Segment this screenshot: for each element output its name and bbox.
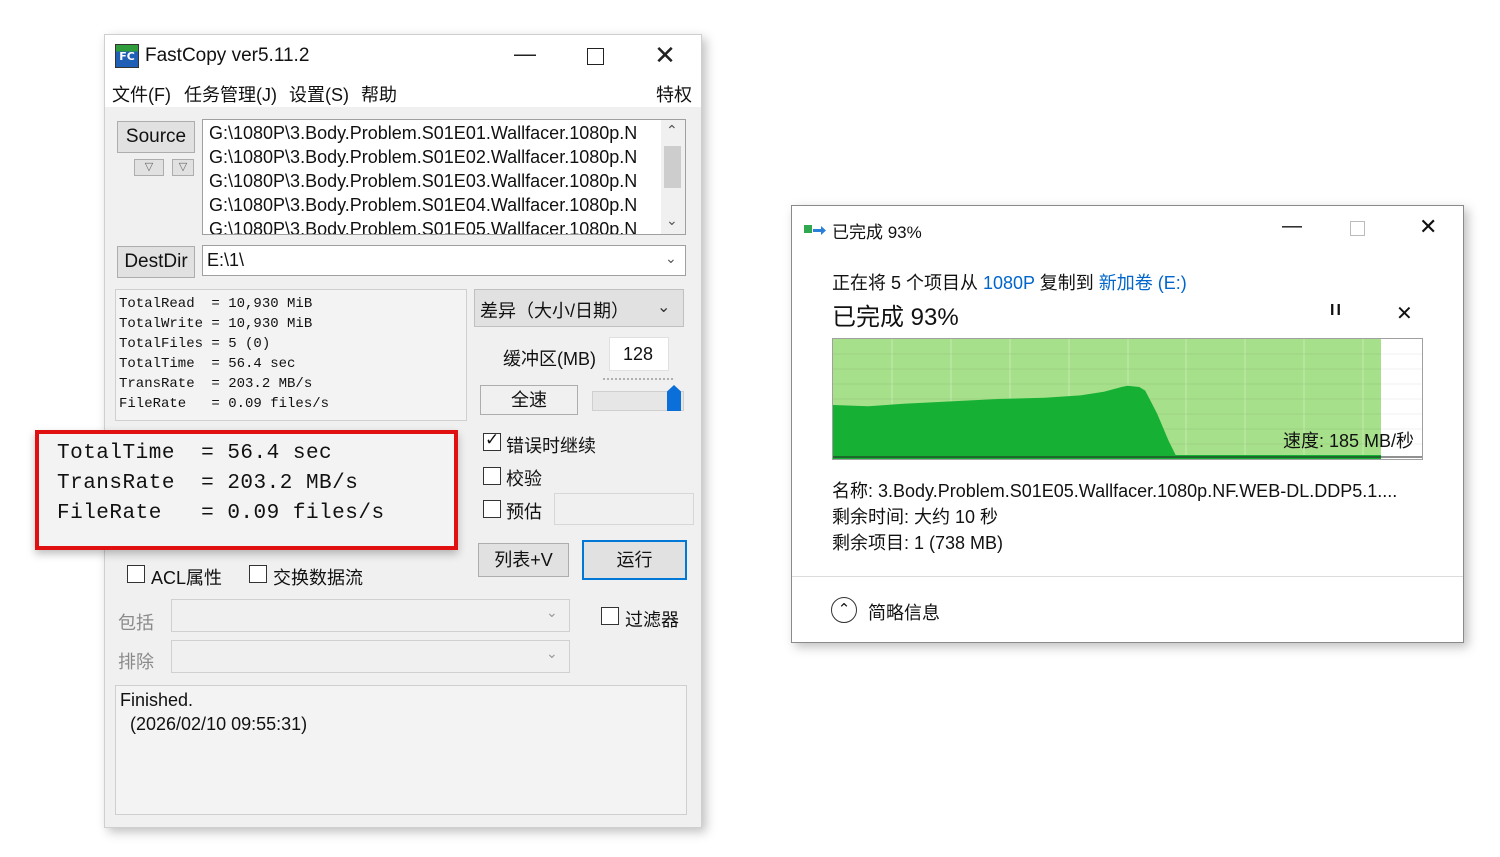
buffer-value: 128	[623, 344, 654, 364]
exclude-input[interactable]: ⌄	[171, 640, 570, 673]
copy-progress-icon	[804, 225, 826, 235]
slider-ticks	[603, 378, 673, 384]
stat-total-time: TotalTime = 56.4 sec	[119, 356, 296, 372]
speed-slider[interactable]	[592, 378, 684, 411]
highlight-total-time: TotalTime = 56.4 sec	[57, 442, 333, 465]
stat-trans-rate: TransRate = 203.2 MB/s	[119, 376, 313, 392]
highlight-callout: TotalTime = 56.4 sec TransRate = 203.2 M…	[35, 430, 458, 550]
copy-status-line: 正在将 5 个项目从 1080P 复制到 新加卷 (E:)	[832, 269, 1187, 295]
estimate-checkbox[interactable]	[483, 500, 501, 518]
stat-total-files: TotalFiles = 5 (0)	[119, 336, 271, 352]
file-name-line: 名称: 3.Body.Problem.S01E05.Wallfacer.1080…	[832, 481, 1398, 501]
destdir-input[interactable]: E:\1\ ⌄	[202, 245, 686, 276]
destdir-button[interactable]: DestDir	[117, 246, 195, 278]
source-scrollbar[interactable]: ⌃ ⌄	[661, 120, 685, 234]
list-button[interactable]: 列表+V	[478, 543, 569, 577]
source-file-list[interactable]: G:\1080P\3.Body.Problem.S01E01.Wallfacer…	[202, 119, 686, 235]
filter-checkbox[interactable]	[601, 607, 619, 625]
log-line: Finished.	[120, 690, 194, 710]
chevron-down-icon[interactable]: ⌄	[657, 297, 670, 317]
acl-checkbox[interactable]	[127, 565, 145, 583]
copy-status-middle: 复制到	[1034, 273, 1099, 293]
menu-help[interactable]: 帮助	[361, 81, 397, 107]
source-file-item[interactable]: G:\1080P\3.Body.Problem.S01E03.Wallfacer…	[209, 171, 637, 192]
source-file-item[interactable]: G:\1080P\3.Body.Problem.S01E02.Wallfacer…	[209, 147, 637, 168]
footer-divider	[792, 576, 1463, 577]
check-mark-icon: ✓	[485, 430, 500, 449]
time-remaining-line: 剩余时间: 大约 10 秒	[832, 507, 999, 527]
copy-status-prefix: 正在将 5 个项目从	[832, 273, 984, 293]
run-button[interactable]: 运行	[582, 540, 687, 580]
menu-privilege[interactable]: 特权	[656, 81, 692, 107]
stat-total-write: TotalWrite = 10,930 MiB	[119, 316, 313, 332]
stat-total-read: TotalRead = 10,930 MiB	[119, 296, 313, 312]
verify-label[interactable]: 校验	[506, 465, 542, 491]
include-label: 包括	[118, 613, 154, 633]
close-icon[interactable]: ✕	[1419, 214, 1437, 240]
speed-graph: 速度: 185 MB/秒	[832, 338, 1423, 460]
chevron-down-icon[interactable]: ⌄	[546, 604, 558, 621]
buffer-input[interactable]: 128	[609, 337, 669, 371]
continue-on-error-checkbox[interactable]: ✓	[483, 430, 501, 451]
menu-task[interactable]: 任务管理(J)	[184, 81, 277, 107]
mode-select-value: 差异（大小/日期）	[480, 301, 630, 321]
dialog-title: 已完成 93%	[832, 223, 922, 242]
log-panel: Finished. (2026/02/10 09:55:31)	[115, 685, 687, 815]
stats-panel: TotalRead = 10,930 MiB TotalWrite = 10,9…	[115, 289, 467, 421]
stat-file-rate: FileRate = 0.09 files/s	[119, 396, 330, 412]
chevron-up-icon[interactable]: ⌃	[831, 597, 857, 623]
fewer-details-toggle[interactable]: 简略信息	[868, 599, 940, 625]
speed-slider-thumb[interactable]	[667, 385, 681, 411]
source-folder-link[interactable]: 1080P	[983, 273, 1035, 293]
close-icon[interactable]: ✕	[645, 40, 685, 71]
highlight-file-rate: FileRate = 0.09 files/s	[57, 502, 385, 525]
progress-heading: 已完成 93%	[832, 304, 959, 331]
source-file-item[interactable]: G:\1080P\3.Body.Problem.S01E05.Wallfacer…	[209, 219, 637, 234]
scroll-up-icon[interactable]: ⌃	[666, 122, 678, 139]
maximize-icon[interactable]	[587, 48, 604, 65]
highlight-trans-rate: TransRate = 203.2 MB/s	[57, 472, 359, 495]
pause-icon[interactable]: II	[1330, 302, 1343, 320]
copy-progress-dialog: 已完成 93% — ✕ 正在将 5 个项目从 1080P 复制到 新加卷 (E:…	[791, 205, 1464, 643]
source-file-item[interactable]: G:\1080P\3.Body.Problem.S01E04.Wallfacer…	[209, 195, 637, 216]
items-remaining-line: 剩余项目: 1 (738 MB)	[832, 533, 1004, 553]
menu-file[interactable]: 文件(F)	[112, 81, 171, 107]
fastcopy-logo-icon: FC	[115, 44, 139, 68]
cancel-icon[interactable]: ✕	[1396, 301, 1413, 326]
minimize-icon[interactable]: —	[1282, 215, 1302, 238]
log-line: (2026/02/10 09:55:31)	[120, 714, 308, 734]
filter-label[interactable]: 过滤器	[625, 606, 679, 632]
maximize-icon	[1350, 221, 1365, 236]
destdir-value: E:\1\	[207, 250, 245, 270]
verify-checkbox[interactable]	[483, 467, 501, 485]
chevron-down-icon[interactable]: ⌄	[546, 645, 558, 662]
estimate-label[interactable]: 预估	[506, 498, 542, 524]
menu-settings[interactable]: 设置(S)	[289, 81, 349, 107]
mode-select[interactable]: 差异（大小/日期） ⌄	[474, 289, 684, 327]
fastcopy-titlebar[interactable]: FC FastCopy ver5.11.2 — ✕	[105, 35, 701, 77]
scroll-down-icon[interactable]: ⌄	[666, 212, 678, 229]
chevron-down-icon[interactable]: ⌄	[665, 250, 677, 267]
fastcopy-menubar: 文件(F) 任务管理(J) 设置(S) 帮助 特权	[105, 77, 701, 107]
estimate-progress-box	[554, 493, 694, 525]
buffer-label: 缓冲区(MB)	[503, 349, 596, 369]
speed-button[interactable]: 全速	[480, 385, 578, 415]
source-down-arrow-icon[interactable]: ▽	[134, 159, 164, 176]
source-file-item[interactable]: G:\1080P\3.Body.Problem.S01E01.Wallfacer…	[209, 123, 637, 144]
scrollbar-thumb[interactable]	[664, 146, 681, 188]
speed-label: 速度: 185 MB/秒	[1282, 431, 1414, 451]
include-input[interactable]: ⌄	[171, 599, 570, 632]
source-sort-arrow-icon[interactable]: ▽	[172, 159, 194, 176]
source-button[interactable]: Source	[117, 121, 195, 153]
minimize-icon[interactable]: —	[505, 41, 545, 67]
fastcopy-title: FastCopy ver5.11.2	[145, 45, 310, 66]
alt-stream-checkbox[interactable]	[249, 565, 267, 583]
continue-on-error-label[interactable]: 错误时继续	[506, 432, 596, 458]
acl-label[interactable]: ACL属性	[151, 564, 222, 590]
alt-stream-label[interactable]: 交换数据流	[273, 564, 363, 590]
exclude-label: 排除	[118, 652, 154, 672]
dest-drive-link[interactable]: 新加卷 (E:)	[1099, 273, 1187, 293]
